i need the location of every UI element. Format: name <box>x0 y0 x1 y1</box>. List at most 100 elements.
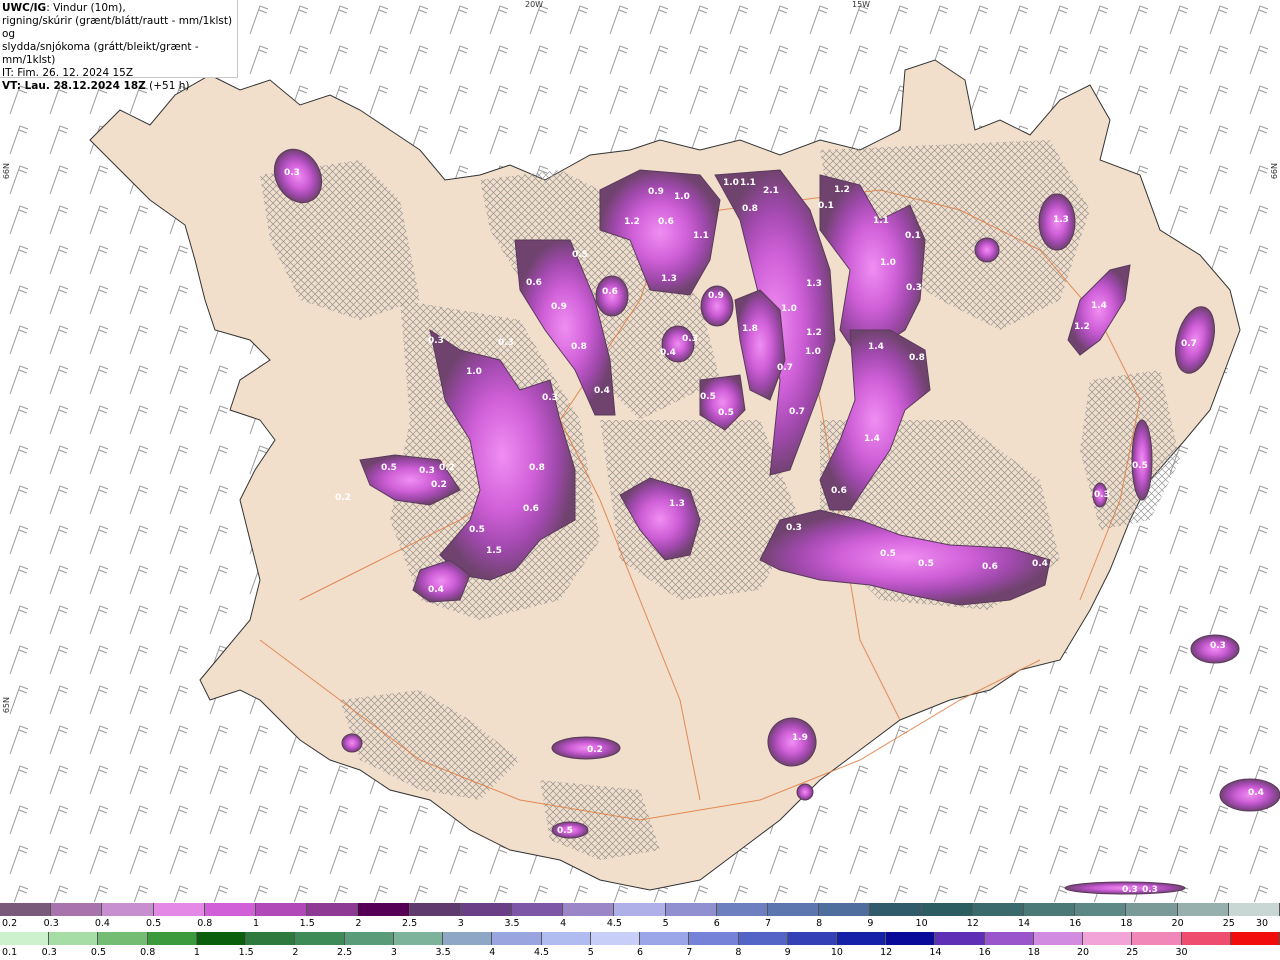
precip-label: 0.4 <box>1248 788 1264 798</box>
legend-tick-label: 5 <box>662 918 669 929</box>
precip-label: 1.3 <box>806 279 822 289</box>
legend-tick-label: 4.5 <box>606 918 622 929</box>
legend-swatch <box>49 932 99 945</box>
lat-label-65n-left: 65N <box>2 697 11 714</box>
precip-label: 1.0 <box>781 304 797 314</box>
precip-label: 0.6 <box>523 504 539 514</box>
legend-tick-label: 18 <box>1120 918 1133 929</box>
precip-label: 0.5 <box>557 826 573 836</box>
legend-swatch <box>295 932 345 945</box>
precip-label: 0.8 <box>571 342 587 352</box>
precip-label: 0.2 <box>335 493 351 503</box>
legend-swatch <box>640 932 690 945</box>
legend-swatch <box>819 903 871 916</box>
legend-swatch <box>886 932 936 945</box>
legend-tick-label: 14 <box>929 947 942 958</box>
precip-label: 1.3 <box>669 499 685 509</box>
forecast-hour: (+51 h) <box>145 80 190 92</box>
legend-tick-label: 0.1 <box>2 947 18 958</box>
precip-label: 0.9 <box>551 302 567 312</box>
precip-label: 1.9 <box>792 733 808 743</box>
legend-swatch <box>51 903 103 916</box>
precip-label: 0.3 <box>542 393 558 403</box>
legend-tick-label: 2.5 <box>402 918 418 929</box>
legend-tick-label: 9 <box>784 947 791 958</box>
legend-swatch <box>1126 903 1178 916</box>
precip-label: 0.9 <box>648 187 664 197</box>
legend-tick-label: 5 <box>587 947 594 958</box>
legend-swatch <box>512 903 564 916</box>
legend-tick-label: 7 <box>686 947 693 958</box>
legend-swatch <box>204 903 257 916</box>
precip-label: 0.4 <box>428 585 444 595</box>
legend-swatch <box>984 932 1034 945</box>
legend-swatch <box>590 932 641 945</box>
legend-swatch <box>1181 932 1231 945</box>
legend-tick-label: 2 <box>355 918 362 929</box>
legend-rain-ticks: 0.1 0.3 0.5 0.8 1 1.5 2 2.5 3 3.5 4 4.5 5 6 7 8 9 10 12 14 1… <box>0 947 1280 959</box>
legend-tick-label: 12 <box>966 918 979 929</box>
legend-tick-label: 1.5 <box>299 918 315 929</box>
legend-swatch <box>716 903 769 916</box>
legend-tick-label: 3 <box>457 918 464 929</box>
legend-tick-label: 10 <box>915 918 928 929</box>
legend-swatch <box>870 903 922 916</box>
legend-tick-label: 4.5 <box>533 947 550 958</box>
precip-label: 0.3 <box>428 336 444 346</box>
legend-swatch <box>1132 932 1182 945</box>
precip-label: 1.3 <box>1053 215 1069 225</box>
lon-label-15w: 15W <box>852 0 871 9</box>
precip-label: 0.5 <box>700 392 716 402</box>
legend-tick-label: 2 <box>292 947 299 958</box>
precip-label: 0.2 <box>431 480 447 490</box>
precip-label: 0.6 <box>526 278 542 288</box>
legend-tick-label: 9 <box>867 918 874 929</box>
precip-label: 1.0 <box>880 258 896 268</box>
precip-label: 1.3 <box>661 274 677 284</box>
legend-tick-label: 18 <box>1027 947 1040 958</box>
precip-label: 0.8 <box>742 204 758 214</box>
legend-swatch <box>738 932 788 945</box>
legend-tick-label: 8 <box>816 918 823 929</box>
legend-tick-label: 30 <box>1175 947 1188 958</box>
precip-label: 0.3 <box>1210 641 1226 651</box>
precip-label: 0.7 <box>1181 339 1197 349</box>
legend-snow-colorbar <box>0 903 1280 916</box>
legend-tick-label: 16 <box>978 947 991 958</box>
legend-swatch <box>393 932 444 945</box>
legend-tick-label: 10 <box>830 947 843 958</box>
precip-label: 0.1 <box>818 201 834 211</box>
precip-label: 0.5 <box>918 559 934 569</box>
legend-tick-label: 20 <box>1077 947 1090 958</box>
legend-swatch <box>1033 932 1084 945</box>
precip-label: 1.2 <box>624 217 640 227</box>
legend-tick-label: 25 <box>1222 918 1235 929</box>
legend-swatch <box>443 932 493 945</box>
precip-label: 0.4 <box>1032 559 1048 569</box>
legend-tick-label: 1.5 <box>238 947 254 958</box>
precip-label: 1.5 <box>486 546 502 556</box>
precip-label: 1.4 <box>868 342 884 352</box>
legend-tick-label: 2.5 <box>337 947 353 958</box>
precip-label: 0.5 <box>381 463 397 473</box>
legend-swatch <box>307 903 359 916</box>
legend-swatch <box>768 903 820 916</box>
precip-label: 1.8 <box>742 324 758 334</box>
precip-label: 1.0 <box>723 178 739 188</box>
lon-label-20w: 20W <box>525 0 544 9</box>
precip-label: 0.5 <box>718 408 734 418</box>
map-title-box: UWC/IG: Vindur (10m), rigning/skúrir (gr… <box>0 0 238 92</box>
precip-label: 0.3 <box>1142 885 1158 895</box>
legend-swatch <box>0 932 50 945</box>
legend-swatch <box>1177 903 1229 916</box>
legend-tick-label: 0.4 <box>94 918 110 929</box>
precip-label: 1.4 <box>864 434 880 444</box>
legend-swatch <box>0 903 52 916</box>
lat-label-66n-right: 66N <box>1270 163 1279 180</box>
precip-label: 0.8 <box>909 353 925 363</box>
precip-label: 1.2 <box>806 328 822 338</box>
title-line2: rigning/skúrir (grænt/blátt/rautt - mm/1… <box>2 15 233 40</box>
precip-label: 1.0 <box>466 367 482 377</box>
map-canvas: 0.3 0.9 1.0 1.0 1.1 2.1 1.2 0.8 0.1 1.1 … <box>0 0 1280 902</box>
legend-tick-label: 8 <box>735 947 742 958</box>
